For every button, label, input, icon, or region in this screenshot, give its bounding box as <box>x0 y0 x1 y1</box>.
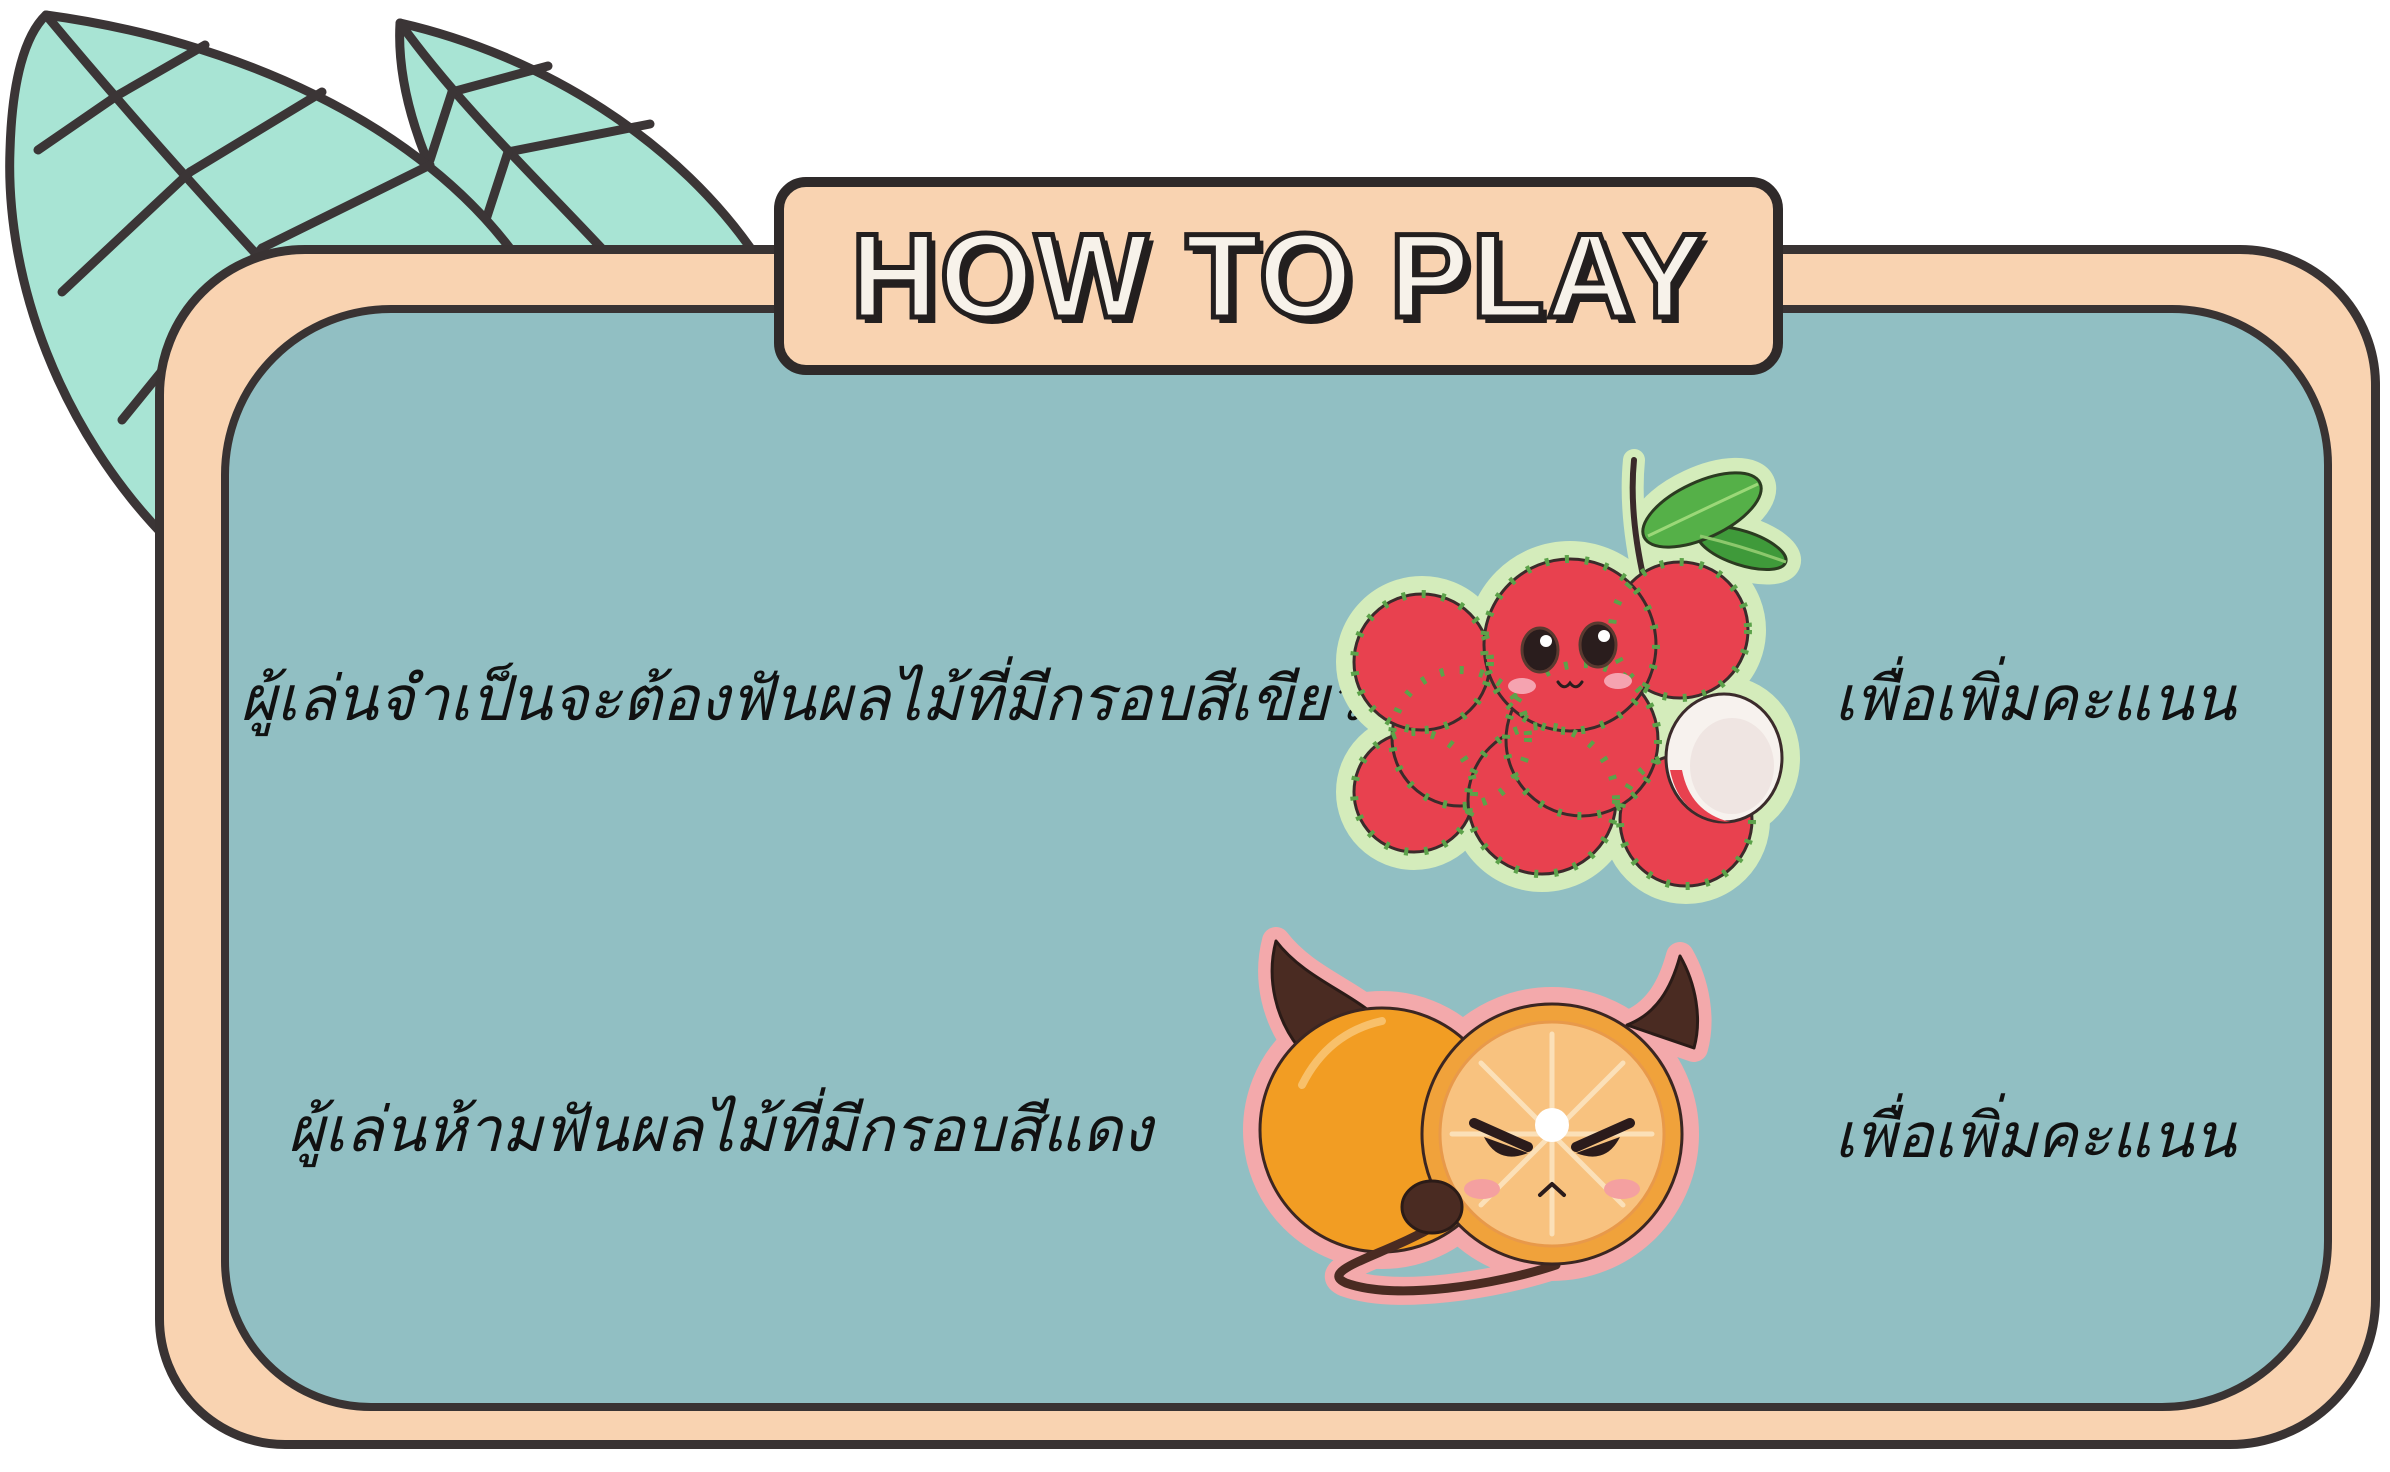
rambutan-icon <box>1336 449 1802 904</box>
rule-1-result: เพื่อเพิ่มคะแนน <box>1834 662 2236 735</box>
page-title: HOW TO PLAY <box>848 209 1707 343</box>
lychee-flesh <box>1664 692 1784 824</box>
title-badge: HOW TO PLAY <box>774 177 1783 375</box>
orange-slice <box>1420 1002 1684 1266</box>
rule-2-result: เพื่อเพิ่มคะแนน <box>1834 1099 2236 1172</box>
devil-orange-icon <box>1243 927 1712 1305</box>
how-to-play-screen: HOW TO PLAY ผู้เล่นจำเป็นจะต้องฟันผลไม้ท… <box>0 0 2390 1472</box>
rule-1-instruction: ผู้เล่นจำเป็นจะต้องฟันผลไม้ที่มีกรอบสีเข… <box>240 662 1364 735</box>
rule-2-instruction: ผู้เล่นห้ามฟันผลไม้ที่มีกรอบสีแดง <box>287 1093 1153 1166</box>
orange-hand <box>1400 1179 1464 1235</box>
